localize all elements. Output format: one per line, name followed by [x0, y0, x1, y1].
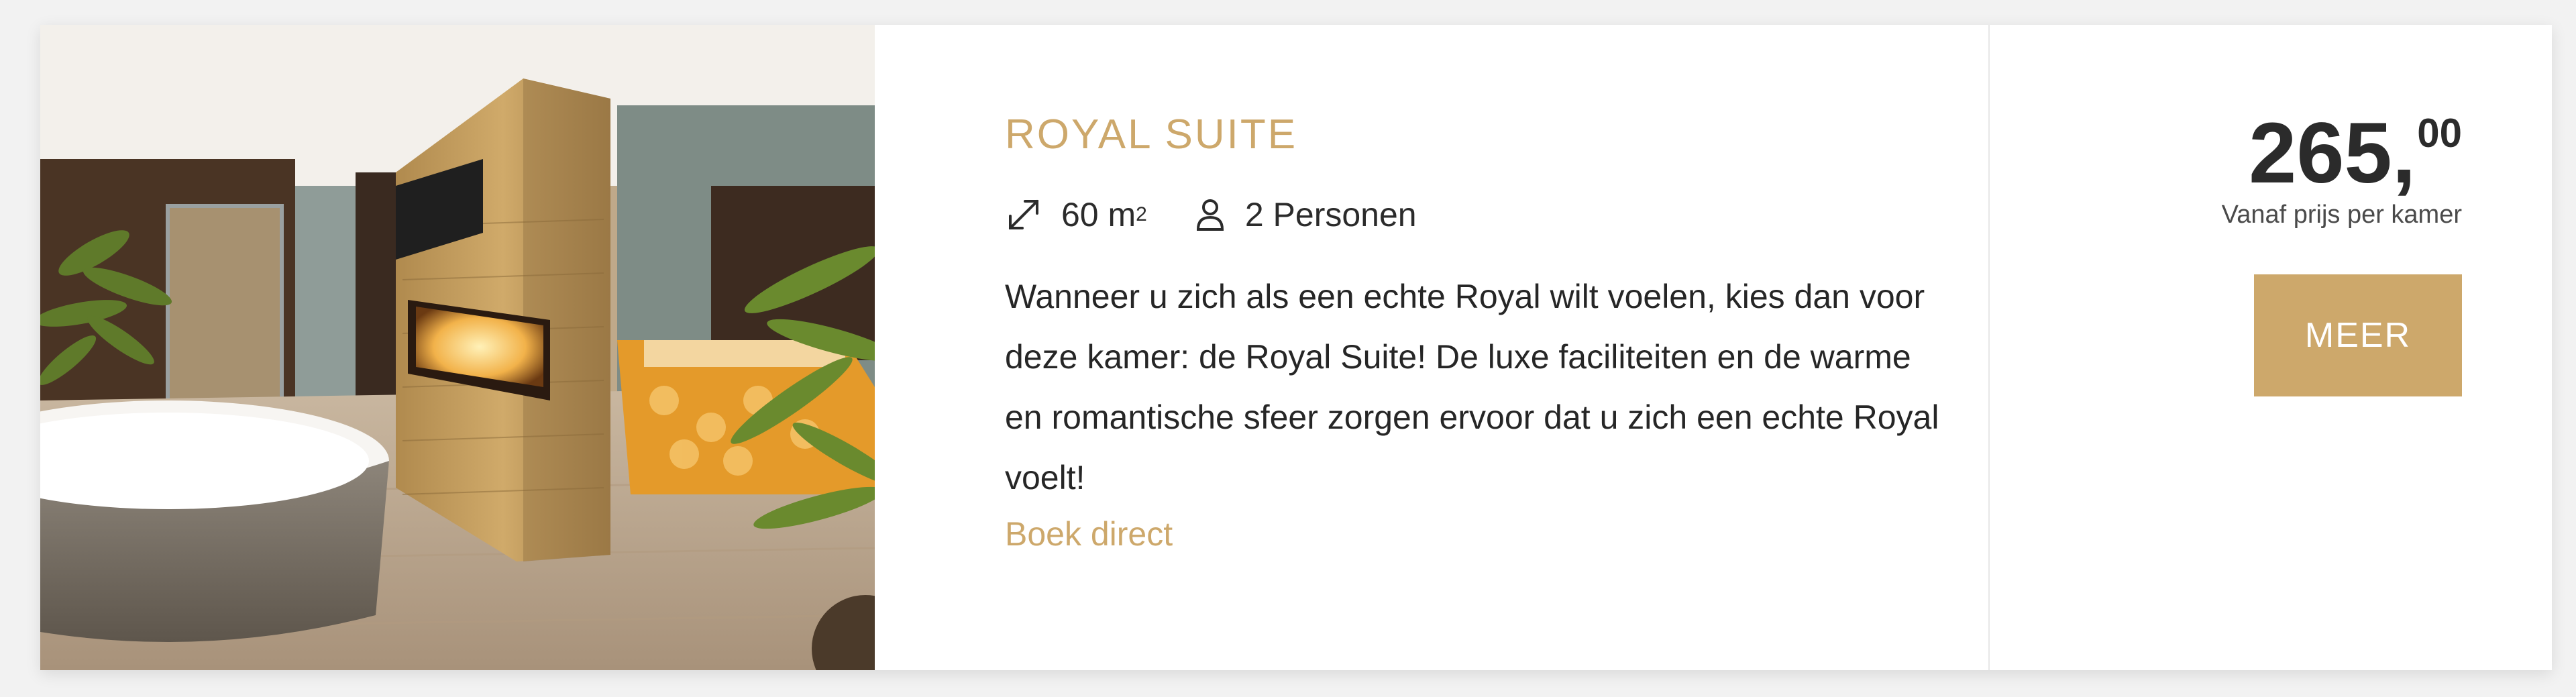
price-cents: 00 [2417, 111, 2462, 156]
meer-button[interactable]: MEER [2254, 274, 2462, 396]
room-info: ROYAL SUITE 60 m2 2 Personen Wanneer u z… [875, 25, 1990, 670]
room-size-unit: 2 [1136, 203, 1147, 226]
room-size-value: 60 m [1061, 196, 1136, 234]
expand-arrows-icon [1009, 200, 1038, 230]
person-icon [1196, 199, 1224, 231]
book-direct-link[interactable]: Boek direct [1005, 515, 1173, 553]
room-photo[interactable] [40, 25, 875, 670]
pricing-panel: 265,00 Vanaf prijs per kamer MEER [1990, 25, 2552, 670]
room-description: Wanneer u zich als een echte Royal wilt … [1005, 278, 1939, 497]
room-persons-value: 2 Personen [1244, 196, 1417, 234]
price-main: 265, [2249, 105, 2416, 201]
room-size: 60 m2 [1005, 195, 1147, 234]
price-label: Vanaf prijs per kamer [2221, 201, 2462, 229]
room-meta: 60 m2 2 Personen [1005, 195, 1988, 234]
price: 265,00 [2249, 111, 2462, 197]
room-title[interactable]: ROYAL SUITE [1005, 111, 1988, 158]
room-persons: 2 Personen [1194, 195, 1417, 234]
room-photo-image [40, 25, 875, 670]
room-card: ROYAL SUITE 60 m2 2 Personen Wanneer u z… [40, 25, 2552, 670]
